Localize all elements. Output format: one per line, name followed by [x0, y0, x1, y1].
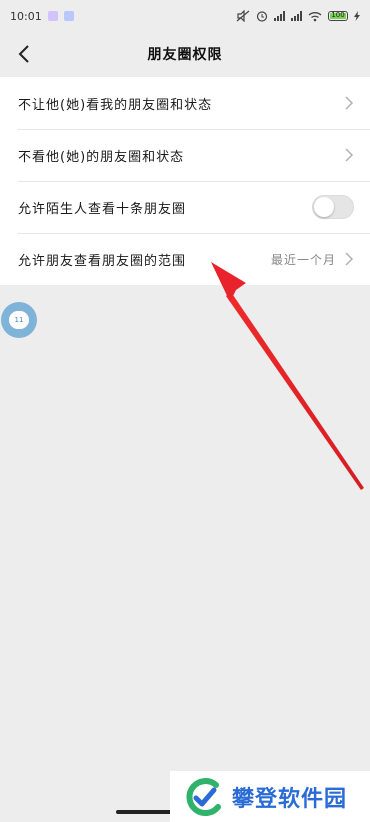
- alarm-icon: [256, 11, 268, 22]
- toggle-knob: [314, 197, 334, 217]
- battery-text: 100: [331, 11, 345, 19]
- setting-visible-range[interactable]: 允许朋友查看朋友圈的范围 最近一个月: [0, 233, 370, 285]
- setting-value: 最近一个月: [270, 252, 336, 267]
- nav-bar: 朋友圈权限: [0, 32, 370, 76]
- chevron-right-icon: [345, 96, 354, 110]
- setting-right: 最近一个月: [271, 251, 354, 268]
- status-left: 10:01: [10, 10, 74, 23]
- watermark-text: 攀登软件园: [232, 786, 348, 812]
- mute-icon: [236, 10, 250, 22]
- shield-icon: [63, 11, 74, 21]
- page-title: 朋友圈权限: [147, 47, 223, 63]
- signal-icon-2: [291, 11, 302, 21]
- watermark-logo-icon: [186, 777, 221, 816]
- setting-label: 不让他(她)看我的朋友圈和状态: [18, 97, 213, 113]
- signal-icon: [274, 11, 285, 21]
- setting-hide-their-moments[interactable]: 不看他(她)的朋友圈和状态: [0, 129, 370, 181]
- notification-icon: [47, 11, 58, 21]
- chevron-right-icon: [345, 148, 354, 162]
- back-button[interactable]: [10, 40, 38, 68]
- setting-hide-my-moments[interactable]: 不让他(她)看我的朋友圈和状态: [0, 77, 370, 129]
- watermark: 攀登软件园: [170, 771, 370, 822]
- status-right: 100: [236, 10, 360, 22]
- setting-label: 不看他(她)的朋友圈和状态: [18, 149, 185, 165]
- chevron-right-icon: [345, 252, 354, 266]
- battery-icon: 100: [328, 11, 348, 21]
- floating-assistant-ball[interactable]: 11: [1, 302, 37, 338]
- floating-ball-label: 11: [9, 311, 29, 329]
- arrow-shaft: [226, 292, 364, 490]
- chevron-left-icon: [18, 45, 29, 63]
- wifi-icon: [308, 11, 322, 21]
- setting-label: 允许朋友查看朋友圈的范围: [18, 253, 187, 269]
- setting-stranger-view: 允许陌生人查看十条朋友圈: [0, 181, 370, 233]
- clock: 10:01: [10, 9, 42, 23]
- status-bar: 10:01 100: [0, 0, 370, 32]
- settings-list: 不让他(她)看我的朋友圈和状态 不看他(她)的朋友圈和状态 允许陌生人查看十条朋…: [0, 77, 370, 285]
- stranger-view-toggle[interactable]: [312, 195, 354, 219]
- setting-label: 允许陌生人查看十条朋友圈: [18, 201, 187, 217]
- charging-icon: [354, 11, 360, 21]
